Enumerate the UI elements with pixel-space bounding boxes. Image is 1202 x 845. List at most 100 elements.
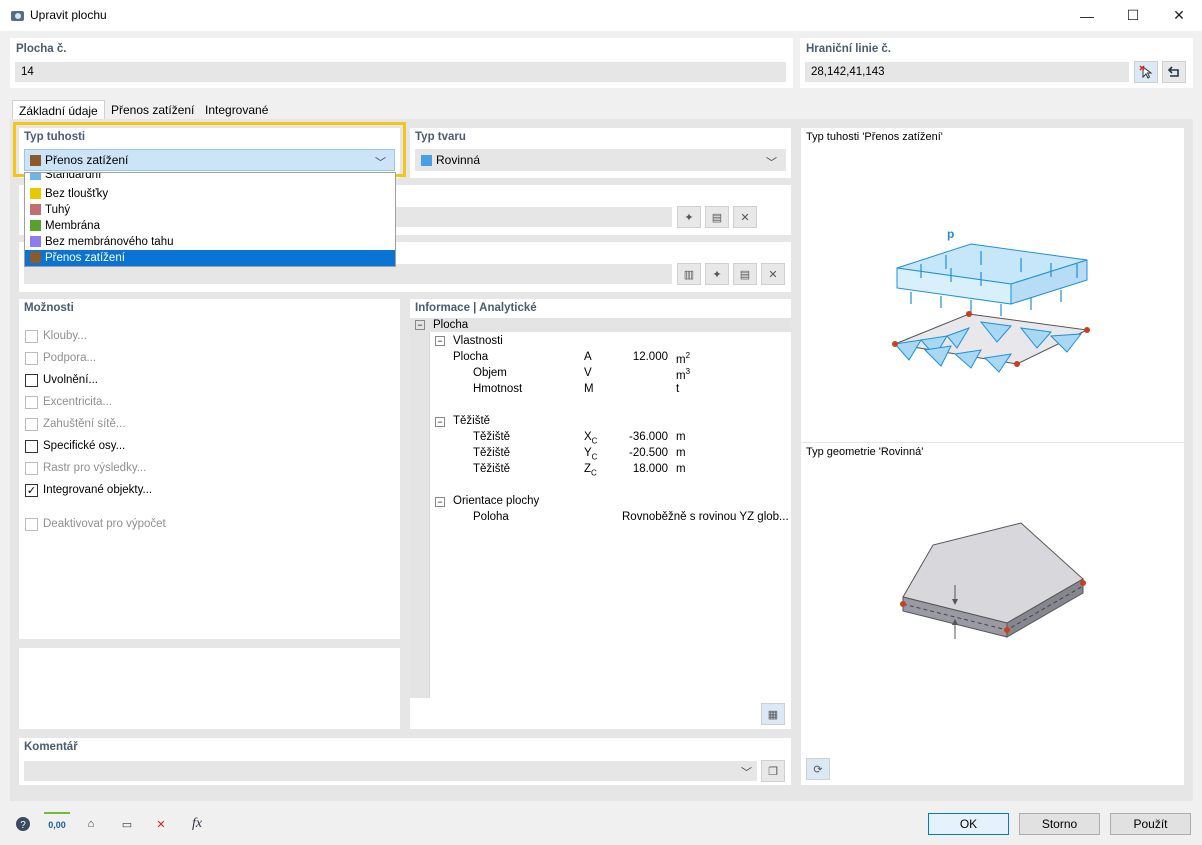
info-title: Informace | Analytické (415, 302, 537, 314)
prop-mass-symbol: M (584, 383, 594, 395)
units-icon: 0,00 (48, 820, 66, 830)
tab-basic[interactable]: Základní údaje (12, 100, 105, 120)
release-label: Uvolnění... (43, 374, 98, 386)
comment-field[interactable] (24, 761, 757, 781)
stiffness-panel: Typ tuhosti Přenos zatížení ﹀ (19, 128, 400, 178)
edit-icon: ▤ (711, 211, 723, 224)
boundary-lines-field[interactable]: 28,142,41,143 (805, 62, 1129, 82)
delete-button[interactable]: ✕ (148, 812, 174, 836)
centroid-y-unit: m (676, 447, 686, 459)
empty-panel (19, 648, 400, 729)
support-label: Podpora... (43, 352, 97, 364)
load-transfer-diagram: p (892, 227, 1090, 373)
delete-thickness-button[interactable]: ✕ (733, 206, 757, 228)
grid-settings-button[interactable]: ▦ (761, 703, 785, 725)
stiffness-option[interactable]: Membrána (25, 218, 395, 234)
fx-icon: fx (191, 816, 203, 831)
mesh-refinement-label: Zahuštění sítě... (43, 418, 126, 430)
collapse-icon[interactable]: − (435, 336, 445, 346)
option-label: Bez tloušťky (45, 188, 109, 200)
integrated-objects-checkbox[interactable]: ✓ (25, 484, 38, 497)
color-swatch (30, 252, 41, 263)
geometry-preview-caption: Typ geometrie 'Rovinná' (806, 446, 924, 458)
tree-gutter (410, 332, 429, 698)
help-button[interactable]: ? (10, 812, 36, 836)
reverse-button[interactable] (1162, 61, 1186, 83)
collapse-icon[interactable]: − (415, 320, 425, 330)
new-material-button[interactable]: ✦ (705, 263, 729, 285)
units-button[interactable]: 0,00 (44, 812, 70, 836)
stiffness-option[interactable]: Bez membránového tahu (25, 234, 395, 250)
result-grid-checkbox[interactable] (25, 462, 38, 475)
copy-comment-button[interactable]: ❐ (761, 760, 785, 782)
surface-no-panel: Plocha č. 14 (10, 38, 793, 88)
boundary-lines-panel: Hraniční linie č. 28,142,41,143 (800, 38, 1193, 88)
new-icon: ✦ (684, 211, 694, 224)
window-title: Upravit plochu (30, 8, 107, 22)
shape-combo[interactable]: Rovinná ﹀ (415, 149, 786, 171)
orientation-position-name: Poloha (473, 511, 509, 523)
pick-lines-button[interactable] (1134, 61, 1158, 83)
stiffness-preview-caption: Typ tuhosti 'Přenos zatížení' (806, 131, 943, 143)
support-checkbox[interactable] (25, 352, 38, 365)
stiffness-option[interactable]: Standardní (25, 173, 395, 183)
centroid-label: Těžiště (453, 415, 491, 427)
title-bar: Upravit plochu — ☐ ✕ (0, 0, 1202, 31)
rotate-view-button[interactable]: ⟳ (806, 758, 830, 780)
stiffness-option[interactable]: Tuhý (25, 202, 395, 218)
prop-volume-symbol: V (584, 367, 592, 379)
eccentricity-checkbox[interactable] (25, 396, 38, 409)
mesh-refinement-checkbox[interactable] (25, 418, 38, 431)
stiffness-combo[interactable]: Přenos zatížení ﹀ (24, 149, 395, 171)
prop-mass-unit: t (676, 383, 680, 395)
library-button[interactable]: ▥ (677, 263, 701, 285)
centroid-y-value: -20.500 (628, 447, 668, 459)
view-button[interactable]: ▭ (114, 812, 140, 836)
delete-material-button[interactable]: ✕ (761, 263, 785, 285)
load-symbol: p (947, 227, 954, 241)
stiffness-color-swatch (30, 155, 41, 166)
specific-axes-checkbox[interactable] (25, 440, 38, 453)
edit-material-button[interactable]: ▤ (733, 263, 757, 285)
surface-no-field[interactable]: 14 (15, 62, 786, 82)
eccentricity-label: Excentricita... (43, 396, 113, 408)
maximize-button[interactable]: ☐ (1110, 0, 1156, 31)
apply-button[interactable]: Použít (1110, 813, 1191, 835)
model-icon: ⌂ (87, 818, 95, 830)
formula-button[interactable]: fx (184, 812, 210, 836)
tab-integrated[interactable]: Integrované (199, 100, 274, 120)
table-icon: ▦ (767, 708, 779, 721)
release-checkbox[interactable] (25, 374, 38, 387)
collapse-icon[interactable]: − (435, 417, 445, 427)
centroid-y-name: Těžiště (473, 447, 511, 459)
specific-axes-label: Specifické osy... (43, 440, 126, 452)
stiffness-option-selected[interactable]: Přenos zatížení (25, 250, 395, 266)
color-swatch (30, 188, 41, 199)
svg-text:?: ? (20, 820, 26, 831)
centroid-z-symbol: ZC (584, 463, 597, 478)
tab-load-transfer[interactable]: Přenos zatížení (105, 100, 200, 120)
stiffness-dropdown[interactable]: Standardní Bez tloušťky Tuhý Membrána Be… (24, 172, 396, 267)
chevron-down-icon[interactable]: ﹀ (741, 764, 752, 780)
joints-label: Klouby... (43, 330, 87, 342)
cancel-button[interactable]: Storno (1019, 813, 1100, 835)
deactivate-checkbox[interactable] (25, 518, 38, 531)
material-field[interactable] (24, 264, 672, 284)
color-swatch (30, 236, 41, 247)
edit-thickness-button[interactable]: ▤ (705, 206, 729, 228)
delete-icon: ✕ (740, 211, 750, 224)
joints-checkbox[interactable] (25, 330, 38, 343)
collapse-icon[interactable]: − (435, 497, 445, 507)
ok-button[interactable]: OK (928, 813, 1009, 835)
centroid-x-unit: m (676, 431, 686, 443)
minimize-button[interactable]: — (1064, 0, 1110, 31)
geometry-preview: Typ geometrie 'Rovinná' ⟳ (801, 443, 1184, 785)
close-button[interactable]: ✕ (1156, 0, 1202, 31)
new-thickness-button[interactable]: ✦ (677, 206, 701, 228)
shape-color-swatch (421, 155, 432, 166)
comment-panel: Komentář ﹀ ❐ (19, 738, 791, 785)
shape-panel: Typ tvaru Rovinná ﹀ (410, 128, 791, 178)
result-grid-label: Rastr pro výsledky... (43, 462, 147, 474)
stiffness-option[interactable]: Bez tloušťky (25, 186, 395, 202)
model-info-button[interactable]: ⌂ (78, 812, 104, 836)
